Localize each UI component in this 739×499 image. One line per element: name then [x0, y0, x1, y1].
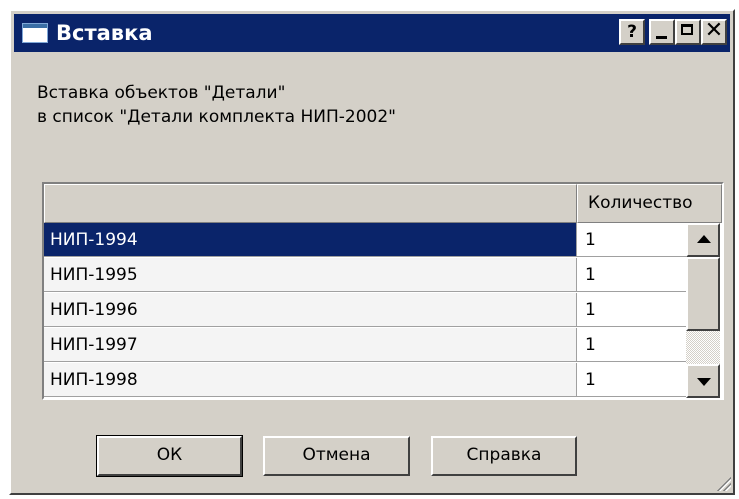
column-header-quantity[interactable]: Количество	[577, 184, 722, 223]
table-row[interactable]: НИП-1995 1	[44, 258, 686, 293]
table-row[interactable]: НИП-1998 1	[44, 363, 686, 398]
row-name[interactable]: НИП-1998	[44, 363, 577, 397]
scrollbar-thumb[interactable]	[686, 257, 720, 331]
title-bar-buttons: ? ✕	[619, 19, 727, 45]
row-name[interactable]: НИП-1996	[44, 293, 577, 327]
row-quantity[interactable]: 1	[577, 293, 686, 327]
help-button[interactable]: ?	[619, 19, 645, 45]
title-bar[interactable]: Вставка ? ✕	[14, 14, 730, 52]
window-icon	[22, 23, 48, 43]
cancel-button[interactable]: Отмена	[263, 436, 410, 476]
table-row[interactable]: НИП-1997 1	[44, 328, 686, 363]
scroll-down-button[interactable]	[686, 364, 720, 398]
help-dialog-button[interactable]: Справка	[431, 436, 577, 476]
maximize-button[interactable]	[675, 19, 701, 45]
row-name[interactable]: НИП-1994	[44, 223, 577, 257]
table-row[interactable]: НИП-1994 1	[44, 223, 686, 258]
insert-dialog: Вставка ? ✕ Вставка объектов "Детали" в …	[9, 9, 735, 495]
close-button[interactable]: ✕	[701, 19, 727, 45]
list-header: Количество	[44, 184, 722, 223]
window-title: Вставка	[56, 21, 153, 45]
message-line-2: в список "Детали комплекта НИП-2002"	[37, 107, 396, 127]
row-name[interactable]: НИП-1997	[44, 328, 577, 362]
table-row[interactable]: НИП-1996 1	[44, 293, 686, 328]
arrow-up-icon	[697, 235, 711, 243]
row-quantity[interactable]: 1	[577, 363, 686, 397]
message-line-1: Вставка объектов "Детали"	[37, 83, 286, 103]
minimize-button[interactable]	[649, 19, 675, 45]
column-header-name[interactable]	[44, 184, 577, 223]
details-list: Количество НИП-1994 1 НИП-1995 1 НИП-199…	[42, 182, 724, 400]
ok-button[interactable]: ОК	[96, 435, 243, 477]
row-quantity[interactable]: 1	[577, 258, 686, 292]
row-name[interactable]: НИП-1995	[44, 258, 577, 292]
row-quantity[interactable]: 1	[577, 328, 686, 362]
scroll-up-button[interactable]	[686, 223, 720, 257]
row-quantity[interactable]: 1	[577, 223, 686, 257]
vertical-scrollbar[interactable]	[686, 223, 720, 398]
resize-grip-icon[interactable]	[715, 475, 731, 491]
arrow-down-icon	[697, 378, 711, 386]
